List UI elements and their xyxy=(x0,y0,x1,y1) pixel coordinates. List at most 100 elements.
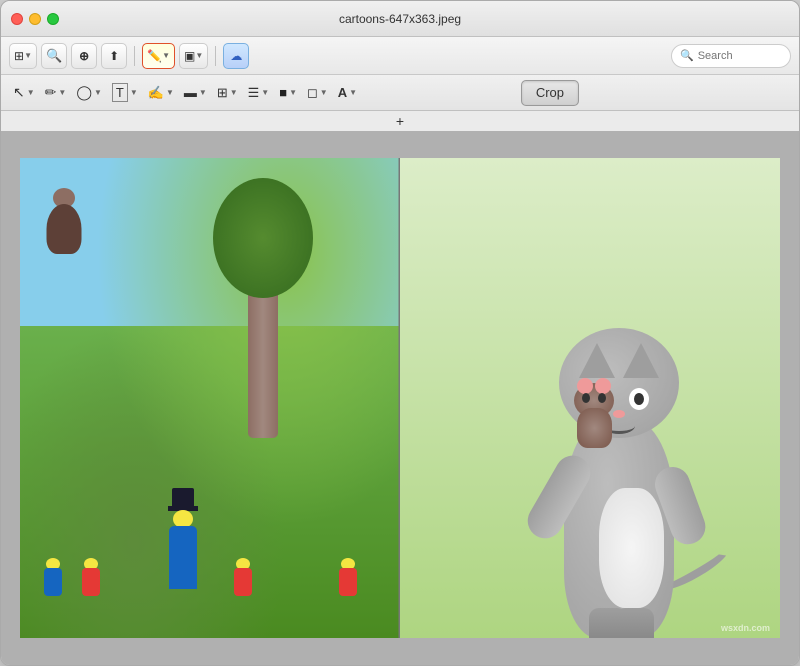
duck2-body xyxy=(82,568,100,596)
cartoon-image: wsxdn.com xyxy=(20,158,780,638)
crop-cursor: + xyxy=(396,113,404,129)
ducktales-panel xyxy=(20,158,400,638)
separator-1 xyxy=(134,46,135,66)
jerry-body xyxy=(577,408,612,448)
window-title: cartoons-647x363.jpeg xyxy=(339,12,461,26)
tom-eye-right xyxy=(629,388,649,410)
tom-jerry-panel: wsxdn.com xyxy=(400,158,780,638)
traffic-lights xyxy=(11,13,59,25)
close-button[interactable] xyxy=(11,13,23,25)
main-toolbar: ⊞ ▼ 🔍 ⊕ ⬆ ✏️ ▼ ▣ ▼ ☁ xyxy=(1,37,799,75)
pen-tool-button[interactable]: ✏ ▼ xyxy=(41,80,71,106)
textbox-arrow: ▼ xyxy=(130,88,138,97)
font-arrow: ▼ xyxy=(349,88,357,97)
duck1-body xyxy=(44,568,62,596)
signature-arrow: ▼ xyxy=(166,88,174,97)
zoom-out-button[interactable]: 🔍 xyxy=(41,43,67,69)
color-fill-button[interactable]: ■ ▼ xyxy=(275,80,301,106)
canvas-area[interactable]: wsxdn.com xyxy=(1,131,799,665)
scrooge-body xyxy=(169,526,197,566)
minimize-button[interactable] xyxy=(29,13,41,25)
tom-ear-right xyxy=(623,343,659,378)
tree-foliage xyxy=(213,178,313,298)
scrooge-legs xyxy=(169,564,197,589)
tom-pupil-right xyxy=(634,393,644,405)
sync-button[interactable]: ☁ xyxy=(223,43,249,69)
jerry-ear-left xyxy=(577,378,593,394)
select-icon: ↖ xyxy=(13,84,25,101)
shape-arrow: ▼ xyxy=(94,88,102,97)
maximize-button[interactable] xyxy=(47,13,59,25)
adjust-icon: ⊞ xyxy=(217,85,228,101)
duckling-1 xyxy=(39,558,67,613)
zoom-in-icon: ⊕ xyxy=(79,49,89,63)
annotate-mode-arrow: ▼ xyxy=(195,51,203,60)
share-icon: ⬆ xyxy=(109,49,119,63)
select-tool-button[interactable]: ↖ ▼ xyxy=(9,80,39,106)
redact-tool-button[interactable]: ▬ ▼ xyxy=(180,80,211,106)
share-button[interactable]: ⬆ xyxy=(101,43,127,69)
search-icon: 🔍 xyxy=(680,49,694,62)
search-box[interactable]: 🔍 xyxy=(671,44,791,68)
watermark: wsxdn.com xyxy=(721,623,770,633)
crop-button[interactable]: Crop xyxy=(521,80,579,106)
jerry-character xyxy=(569,383,619,448)
border-arrow: ▼ xyxy=(320,88,328,97)
tom-leg-right xyxy=(616,608,654,638)
pen-arrow: ▼ xyxy=(58,88,66,97)
pen-icon: ✏ xyxy=(45,84,57,101)
jerry-ear-right xyxy=(595,378,611,394)
select-arrow: ▼ xyxy=(27,88,35,97)
shape-tool-button[interactable]: ◯ ▼ xyxy=(72,80,106,106)
jerry-eye-right xyxy=(598,393,606,403)
duckling-3 xyxy=(229,558,257,613)
duck4-body xyxy=(339,568,357,596)
shape-icon: ◯ xyxy=(76,84,92,101)
tom-ear-left xyxy=(579,343,615,378)
pencil-icon: ✏️ xyxy=(147,49,162,63)
border-style-button[interactable]: ◻ ▼ xyxy=(303,80,332,106)
app-window: cartoons-647x363.jpeg ⊞ ▼ 🔍 ⊕ ⬆ ✏️ ▼ ▣ xyxy=(0,0,800,666)
titlebar: cartoons-647x363.jpeg xyxy=(1,1,799,37)
textbox-icon: T xyxy=(112,83,128,102)
tom-belly xyxy=(599,488,664,608)
align-arrow: ▼ xyxy=(261,88,269,97)
adjust-tool-button[interactable]: ⊞ ▼ xyxy=(213,80,242,106)
tom-body xyxy=(564,418,674,638)
scrooge-character xyxy=(153,488,213,608)
redact-arrow: ▼ xyxy=(199,88,207,97)
adjust-arrow: ▼ xyxy=(230,88,238,97)
jerry-eye-left xyxy=(582,393,590,403)
textbox-tool-button[interactable]: T ▼ xyxy=(108,80,142,106)
separator-2 xyxy=(215,46,216,66)
search-input[interactable] xyxy=(698,50,788,62)
size-selector[interactable]: ⊞ ▼ xyxy=(9,43,37,69)
redact-icon: ▬ xyxy=(184,85,197,100)
color-fill-icon: ■ xyxy=(279,85,287,100)
duck3-body xyxy=(234,568,252,596)
vulture-character xyxy=(39,188,89,268)
annotate-mode-button[interactable]: ▣ ▼ xyxy=(179,43,208,69)
zoom-out-icon: 🔍 xyxy=(46,48,62,64)
size-icon: ⊞ xyxy=(14,49,24,63)
vulture-body xyxy=(47,204,82,254)
tom-character xyxy=(544,298,704,638)
zoom-in-button[interactable]: ⊕ xyxy=(71,43,97,69)
font-icon: A xyxy=(338,85,347,100)
cursor-area: + xyxy=(1,111,799,131)
pencil-arrow: ▼ xyxy=(162,51,170,60)
duckling-2 xyxy=(77,558,105,613)
duckling-4 xyxy=(334,558,362,613)
size-arrow: ▼ xyxy=(24,51,32,60)
cloud-icon: ☁ xyxy=(230,49,242,63)
fill-arrow: ▼ xyxy=(289,88,297,97)
signature-tool-button[interactable]: ✍ ▼ xyxy=(144,80,178,106)
annotate-button[interactable]: ✏️ ▼ xyxy=(142,43,175,69)
font-tool-button[interactable]: A ▼ xyxy=(334,80,361,106)
signature-icon: ✍ xyxy=(148,85,164,101)
align-tool-button[interactable]: ☰ ▼ xyxy=(244,80,274,106)
align-icon: ☰ xyxy=(248,85,260,101)
annotation-toolbar: ↖ ▼ ✏ ▼ ◯ ▼ T ▼ ✍ ▼ ▬ ▼ ⊞ xyxy=(1,75,799,111)
image-container: wsxdn.com xyxy=(20,158,780,638)
annotate-mode-icon: ▣ xyxy=(184,49,195,63)
